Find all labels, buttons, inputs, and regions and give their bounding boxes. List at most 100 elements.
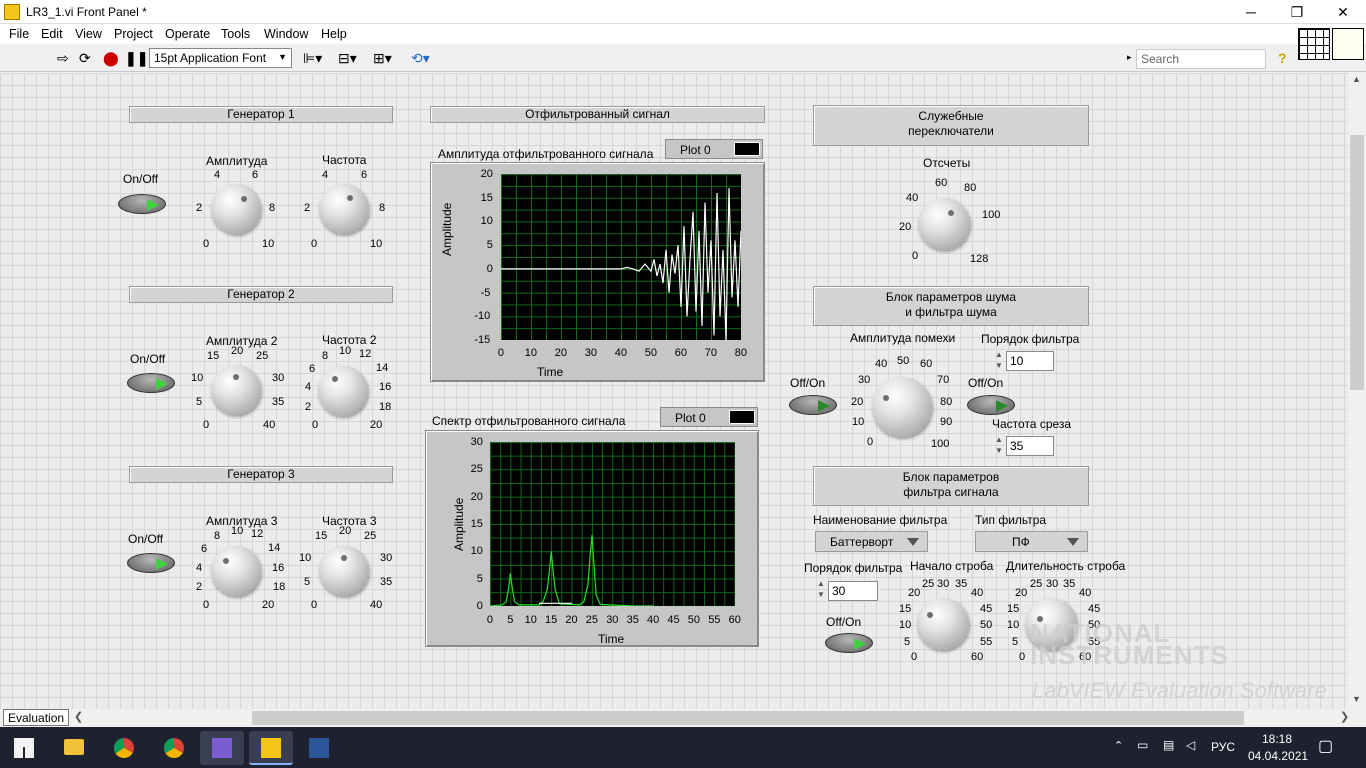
word-icon[interactable] [297, 731, 341, 765]
restore-button[interactable]: ❐ [1274, 0, 1320, 24]
notification-icon[interactable]: ▢ [1318, 736, 1333, 756]
clock-date[interactable]: 04.04.2021 [1248, 749, 1308, 763]
noise-order-spinner[interactable]: ▲ ▼ [995, 349, 1005, 373]
labview-vi-icon [4, 4, 20, 20]
start-icon[interactable] [14, 738, 34, 758]
network-icon[interactable]: ▭ [1137, 738, 1148, 752]
resize-objects-icon[interactable]: ⊞▾ [373, 51, 392, 65]
pause-icon[interactable]: ❚❚ [125, 51, 148, 65]
graph1-xlabel: Time [537, 365, 564, 379]
close-button[interactable]: ✕ [1320, 0, 1366, 24]
language-indicator[interactable]: РУС [1211, 740, 1235, 754]
menu-project[interactable]: Project [114, 27, 153, 41]
filter-name-select[interactable]: Баттерворт [815, 531, 928, 552]
graph1-plot-legend[interactable]: Plot 0 [665, 139, 763, 159]
tick: 25 [922, 578, 935, 590]
noise-onoff1-switch[interactable] [789, 395, 837, 415]
vertical-scroll-thumb[interactable] [1350, 135, 1364, 390]
run-arrow-icon[interactable]: ⇨ [57, 51, 69, 65]
graph2-plot-legend[interactable]: Plot 0 [660, 407, 758, 427]
clock-time[interactable]: 18:18 [1262, 732, 1292, 746]
tray-chevron-icon[interactable]: ⌃ [1114, 739, 1123, 752]
cutoff-spinner[interactable]: ▲ ▼ [995, 434, 1005, 458]
signal-onoff-switch[interactable] [825, 633, 873, 653]
tick: 0 [311, 599, 318, 611]
signal-order-spinner[interactable]: ▲ ▼ [817, 578, 827, 602]
graph1-ylabel: Amplitude [440, 202, 454, 256]
cutoff-input[interactable]: 35 [1006, 436, 1054, 456]
connector-pane-icon[interactable] [1298, 28, 1330, 60]
chrome-icon[interactable] [152, 731, 196, 765]
tick: 2 [305, 401, 312, 413]
x-tick-label: 0 [486, 614, 494, 626]
tick: 2 [196, 202, 203, 214]
tick: 40 [906, 192, 919, 204]
gen3-freq-knob[interactable] [319, 546, 369, 596]
graph1-plot-area[interactable] [501, 174, 741, 340]
tick: 50 [897, 355, 910, 367]
volume-icon[interactable]: ◁ [1186, 738, 1195, 752]
gen1-onoff-switch[interactable] [118, 194, 166, 214]
noise-order-input[interactable]: 10 [1006, 351, 1054, 371]
evaluation-tab[interactable]: Evaluation [3, 709, 69, 726]
scroll-right-icon[interactable]: ❯ [1340, 710, 1349, 723]
menu-help[interactable]: Help [321, 27, 347, 41]
noise-onoff2-switch[interactable] [967, 395, 1015, 415]
abort-icon[interactable]: ⬤ [103, 51, 119, 65]
menu-window[interactable]: Window [264, 27, 308, 41]
file-explorer-icon[interactable] [52, 731, 96, 765]
reorder-icon[interactable]: ⟲▾ [411, 51, 430, 65]
gen1-freq-knob[interactable] [319, 184, 369, 234]
tick: 10 [299, 552, 312, 564]
labview-taskbar-icon[interactable] [249, 731, 293, 765]
battery-icon[interactable]: ▤ [1163, 738, 1174, 752]
run-continuously-icon[interactable]: ⟳ [79, 51, 91, 65]
chrome-icon[interactable] [102, 731, 146, 765]
noise-section-header: Блок параметров шума и фильтра шума [813, 286, 1089, 326]
tick: 10 [339, 345, 352, 357]
menu-file[interactable]: File [9, 27, 29, 41]
scroll-left-icon[interactable]: ❮ [74, 710, 83, 723]
samples-knob[interactable] [918, 198, 970, 250]
minimize-button[interactable]: ─ [1228, 0, 1274, 24]
tick: 5 [196, 396, 203, 408]
strobe-start-knob[interactable] [917, 598, 969, 650]
menu-tools[interactable]: Tools [221, 27, 250, 41]
notes-app-icon[interactable] [200, 731, 244, 765]
signal-order-input[interactable]: 30 [828, 581, 878, 601]
menu-view[interactable]: View [75, 27, 102, 41]
chevron-down-icon [907, 538, 919, 546]
search-input[interactable]: Search [1136, 49, 1266, 69]
graph2-plot-area[interactable] [490, 442, 735, 606]
context-help-icon[interactable]: ? [1278, 51, 1287, 65]
scroll-down-icon[interactable]: ▼ [1352, 694, 1361, 704]
graph2-plot-svg [490, 534, 654, 606]
vi-icon[interactable] [1332, 28, 1364, 60]
graph1-label: Амплитуда отфильтрованного сигнала [438, 147, 654, 161]
gen1-amp-knob[interactable] [211, 184, 261, 234]
search-expand-icon[interactable]: ▸ [1127, 52, 1132, 63]
gen3-onoff-switch[interactable] [127, 553, 175, 573]
distribute-objects-icon[interactable]: ⊟▾ [338, 51, 357, 65]
horizontal-scroll-thumb[interactable] [252, 711, 1244, 725]
tick: 45 [980, 603, 993, 615]
font-select[interactable]: 15pt Application Font ▼ [149, 48, 292, 68]
gen3-amp-knob[interactable] [211, 546, 261, 596]
tick: 18 [273, 581, 286, 593]
y-tick-label: 10 [480, 215, 493, 228]
y-tick-label: 20 [480, 168, 493, 180]
scroll-up-icon[interactable]: ▲ [1352, 74, 1361, 84]
filter-type-select[interactable]: ПФ [975, 531, 1088, 552]
menu-operate[interactable]: Operate [165, 27, 210, 41]
strobe-start-label: Начало строба [910, 559, 994, 573]
gen3-onoff-label: On/Off [128, 532, 164, 546]
align-objects-icon[interactable]: ⊫▾ [303, 51, 322, 65]
tick: 15 [315, 530, 328, 542]
menu-edit[interactable]: Edit [41, 27, 63, 41]
gen2-onoff-switch[interactable] [127, 373, 175, 393]
x-tick-label: 60 [674, 347, 688, 359]
plot-series-line [501, 188, 741, 340]
noise-amp-knob[interactable] [872, 377, 932, 437]
gen2-amp-knob[interactable] [211, 365, 261, 415]
gen2-freq-knob[interactable] [318, 366, 368, 416]
